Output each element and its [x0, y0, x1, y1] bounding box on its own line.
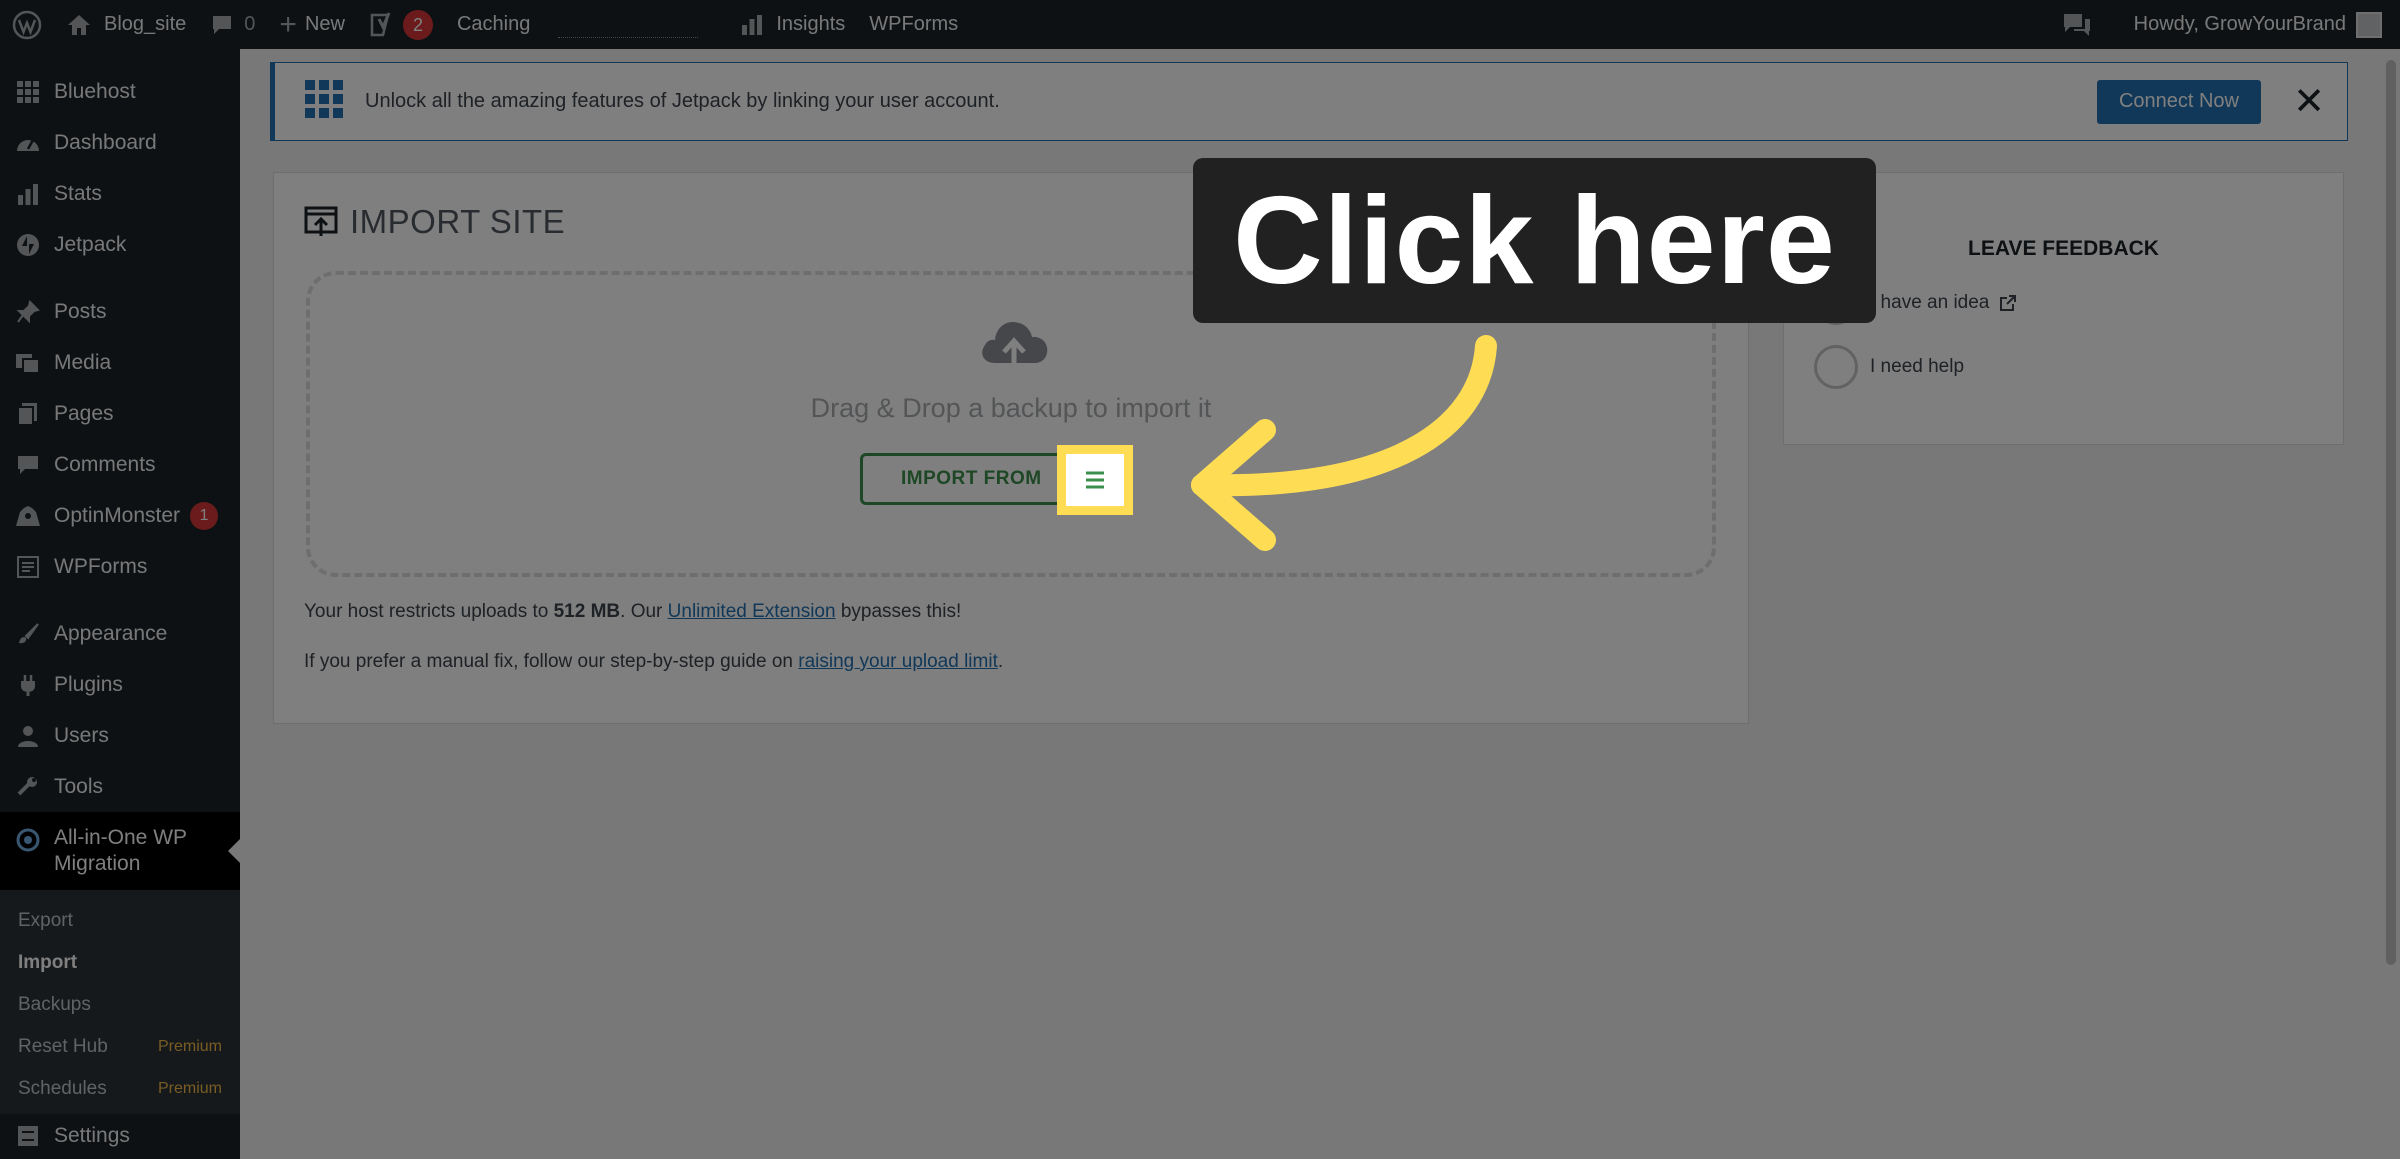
pointer-arrow-icon	[1191, 335, 1497, 551]
import-menu-highlight[interactable]	[1057, 445, 1133, 515]
click-here-callout: Click here	[1193, 158, 1876, 323]
hamburger-menu-icon	[1086, 471, 1104, 489]
